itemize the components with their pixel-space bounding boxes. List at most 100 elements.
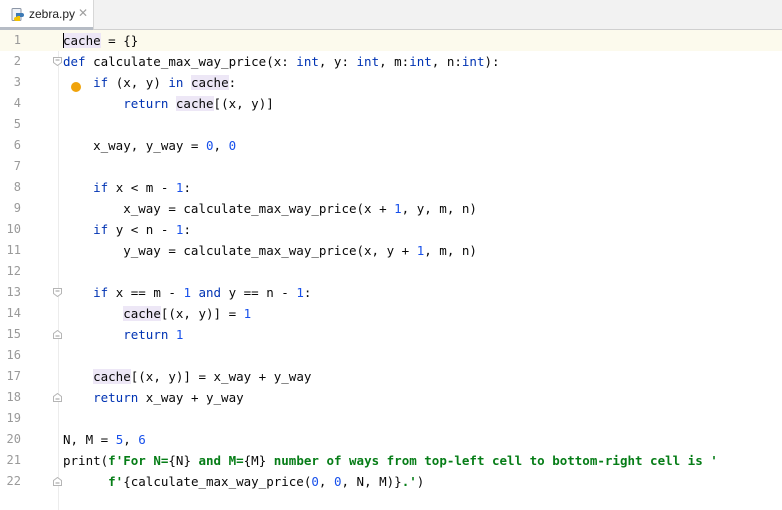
code-line[interactable]: 1 cache = {} — [0, 30, 782, 51]
code-line[interactable]: 8 if x < m - 1: — [0, 177, 782, 198]
code-line[interactable]: 18 return x_way + y_way — [0, 387, 782, 408]
code-line[interactable]: 20 N, M = 5, 6 — [0, 429, 782, 450]
string-token: f'For N= — [108, 453, 169, 468]
code-token: x < m - — [108, 180, 176, 195]
code-line[interactable]: 17 cache[(x, y)] = x_way + y_way — [0, 366, 782, 387]
code-token: : — [183, 222, 191, 237]
keyword-token: int — [409, 54, 432, 69]
fold-open-icon[interactable] — [53, 57, 62, 66]
code-token: , n: — [431, 54, 462, 69]
code-token: {calculate_max_way_price( — [123, 474, 312, 489]
code-text: print(f'For N={N} and M={M} number of wa… — [63, 450, 718, 471]
code-line[interactable]: 12 — [0, 261, 782, 282]
code-line[interactable]: 9 x_way = calculate_max_way_price(x + 1,… — [0, 198, 782, 219]
keyword-token: if — [93, 75, 109, 90]
code-text: y_way = calculate_max_way_price(x, y + 1… — [63, 240, 477, 261]
code-line[interactable]: 7 — [0, 156, 782, 177]
code-token: x == m - — [108, 285, 184, 300]
identifier-token: cache — [190, 75, 229, 90]
code-token: calculate_max_way_price(x: — [85, 54, 297, 69]
code-line[interactable]: 3 if (x, y) in cache: — [0, 72, 782, 93]
code-text: if y < n - 1: — [63, 219, 191, 240]
code-line[interactable]: 15 return 1 — [0, 324, 782, 345]
code-token: , — [318, 474, 334, 489]
code-text: return 1 — [63, 324, 183, 345]
code-token: x_way, y_way = — [63, 138, 206, 153]
code-token: ) — [416, 474, 425, 489]
code-text: cache = {} — [63, 30, 138, 51]
string-token: f' — [108, 474, 124, 489]
line-number: 14 — [6, 306, 21, 320]
code-token: [(x, y)] = x_way + y_way — [130, 369, 312, 384]
line-number: 15 — [6, 327, 21, 341]
code-line[interactable]: 13 if x == m - 1 and y == n - 1: — [0, 282, 782, 303]
number-token: 1 — [175, 327, 184, 342]
line-number: 1 — [13, 33, 21, 47]
code-token: : — [303, 285, 312, 300]
fold-end-icon[interactable] — [53, 477, 62, 486]
code-token: : — [228, 75, 237, 90]
keyword-token: if — [93, 180, 109, 195]
code-text: cache[(x, y)] = 1 — [63, 303, 251, 324]
string-token: and M= — [190, 453, 244, 468]
number-token: 0 — [311, 474, 319, 489]
code-token: y == n - — [221, 285, 297, 300]
python-file-icon — [11, 8, 24, 21]
code-token: y < n - — [108, 222, 176, 237]
code-line[interactable]: 10 if y < n - 1: — [0, 219, 782, 240]
code-line[interactable]: 6 x_way, y_way = 0, 0 — [0, 135, 782, 156]
line-number: 13 — [6, 285, 21, 299]
keyword-token: int — [461, 54, 485, 69]
text-caret — [63, 33, 64, 48]
code-line[interactable]: 21 print(f'For N={N} and M={M} number of … — [0, 450, 782, 471]
code-text: if x == m - 1 and y == n - 1: — [63, 282, 311, 303]
code-line[interactable]: 4 return cache[(x, y)] — [0, 93, 782, 114]
intention-bulb-icon[interactable] — [71, 82, 81, 92]
code-line[interactable]: 19 — [0, 408, 782, 429]
code-text: x_way, y_way = 0, 0 — [63, 135, 236, 156]
number-token: 1 — [394, 201, 402, 216]
code-token: print — [63, 453, 101, 468]
identifier-token: cache — [175, 96, 214, 111]
keyword-token: def — [63, 54, 86, 69]
tab-zebra-py[interactable]: zebra.py ✕ — [0, 0, 94, 30]
code-text: cache[(x, y)] = x_way + y_way — [63, 366, 311, 387]
code-token: ): — [484, 54, 500, 69]
code-text: return cache[(x, y)] — [63, 93, 274, 114]
code-line[interactable]: 22 f'{calculate_max_way_price(0, 0, N, M… — [0, 471, 782, 492]
number-token: 1 — [243, 306, 252, 321]
code-line[interactable]: 11 y_way = calculate_max_way_price(x, y … — [0, 240, 782, 261]
code-token: , — [213, 138, 229, 153]
line-number: 5 — [13, 117, 21, 131]
code-line[interactable]: 14 cache[(x, y)] = 1 — [0, 303, 782, 324]
code-line[interactable]: 16 — [0, 345, 782, 366]
code-token: : — [183, 180, 191, 195]
number-token: 1 — [296, 285, 304, 300]
number-token: 0 — [206, 138, 214, 153]
code-line[interactable]: 5 — [0, 114, 782, 135]
code-token: , m, n) — [424, 243, 477, 258]
code-token: x_way + y_way — [138, 390, 244, 405]
code-text: x_way = calculate_max_way_price(x + 1, y… — [63, 198, 477, 219]
fold-open-icon[interactable] — [53, 288, 62, 297]
code-text: if (x, y) in cache: — [63, 72, 236, 93]
line-number: 6 — [13, 138, 21, 152]
keyword-token: return — [123, 96, 169, 111]
code-line[interactable]: 2 def calculate_max_way_price(x: int, y: … — [0, 51, 782, 72]
line-number: 22 — [6, 474, 21, 488]
code-token: {N} — [168, 453, 191, 468]
close-icon[interactable]: ✕ — [78, 6, 88, 20]
fold-end-icon[interactable] — [53, 330, 62, 339]
fold-end-icon[interactable] — [53, 393, 62, 402]
identifier-token: cache — [93, 369, 131, 384]
code-editor[interactable]: 1 cache = {} 2 def calculate_max_way_price(… — [0, 30, 782, 510]
